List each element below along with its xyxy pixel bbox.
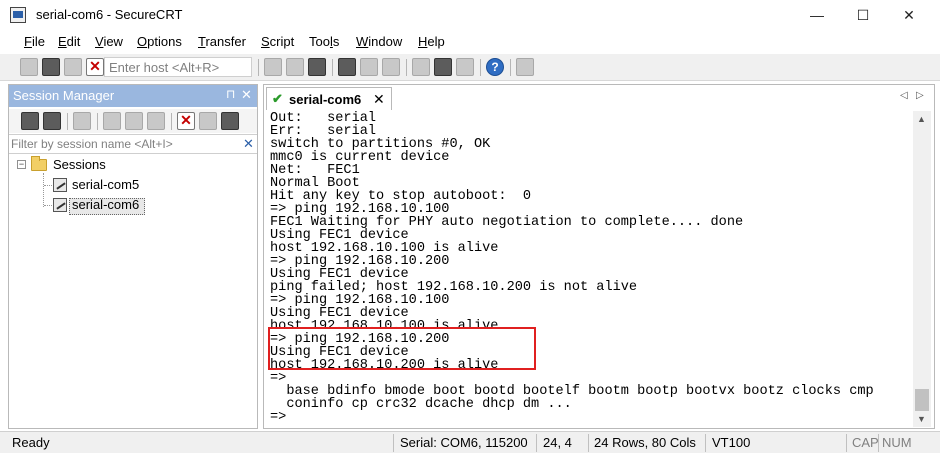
status-separator [846,434,847,452]
disconnect-icon[interactable]: ✕ [86,58,104,76]
printer-icon[interactable] [382,58,400,76]
connect-icon[interactable] [20,58,38,76]
toolbar-separator [510,59,511,76]
red-annotation-box [268,327,536,370]
pin-icon[interactable]: ⊓ [226,87,235,101]
serial-session-icon [53,198,67,212]
session-manager-toolbar: ✕ [9,109,257,133]
session-filter-input[interactable] [9,135,241,153]
close-window-button[interactable]: ✕ [886,0,932,30]
terminal-line: coninfo cp crc32 dcache dhcp dm ... [270,397,572,412]
status-cursor: 24, 4 [543,435,572,450]
cut-icon[interactable] [103,112,121,130]
menu-edit[interactable]: Edit [58,34,80,49]
session-manager-panel: Session Manager ⊓ ✕ ✕ ✕ − Sessions seria… [8,84,258,429]
folder-icon [31,156,47,171]
status-emulation: VT100 [712,435,751,450]
status-serial: Serial: COM6, 115200 [400,435,528,450]
status-separator [705,434,706,452]
status-separator [588,434,589,452]
find-session-icon[interactable] [221,112,239,130]
enter-host-input[interactable] [104,57,252,77]
global-options-icon[interactable] [434,58,452,76]
tree-root-sessions[interactable]: Sessions [53,157,106,172]
maximize-button[interactable]: ☐ [840,0,886,30]
tab-scroll-right-icon[interactable]: ▷ [916,90,924,101]
tab-serial-com6[interactable]: ✔ serial-com6 ✕ [266,87,392,110]
menu-window[interactable]: Window [356,34,402,49]
serial-session-icon [53,178,67,192]
menu-view[interactable]: View [95,34,123,49]
securecrt-app-icon[interactable] [10,7,26,23]
copy-icon[interactable] [264,58,282,76]
quick-connect-icon[interactable] [42,58,60,76]
scrollbar-thumb[interactable] [915,389,929,411]
minimize-button[interactable]: — [794,0,840,30]
print-icon[interactable] [338,58,356,76]
paste-icon[interactable] [286,58,304,76]
new-session-icon[interactable] [73,112,91,130]
help-icon[interactable]: ? [486,58,504,76]
tree-collapse-icon[interactable]: − [17,160,26,169]
tab-close-icon[interactable]: ✕ [373,91,385,108]
toolbar-separator [97,113,98,130]
toolbar-separator [258,59,259,76]
toolbar-separator [67,113,68,130]
reconnect-icon[interactable] [64,58,82,76]
title-bar: serial-com6 - SecureCRT — ☐ ✕ [0,0,940,30]
status-caps: CAP [852,435,879,450]
terminal-prompt-line: => [270,410,287,425]
find-icon[interactable] [308,58,326,76]
session-manager-title: Session Manager [13,88,115,103]
menu-script[interactable]: Script [261,34,294,49]
tree-connector [44,205,52,206]
copy-session-icon[interactable] [125,112,143,130]
tree-item-serial-com5[interactable]: serial-com5 [72,177,139,192]
menu-file[interactable]: File [24,34,45,49]
toolbar-separator [171,113,172,130]
status-separator [878,434,879,452]
toolbar-separator [406,59,407,76]
menu-bar: File Edit View Options Transfer Script T… [0,31,940,53]
tree-item-serial-com6[interactable]: serial-com6 [72,197,139,212]
status-num: NUM [882,435,912,450]
connect-tab-icon[interactable] [43,112,61,130]
sftp-icon[interactable] [516,58,534,76]
delete-session-icon[interactable]: ✕ [177,112,195,130]
session-tree: − Sessions serial-com5 serial-com6 [9,155,257,428]
menu-options[interactable]: Options [137,34,182,49]
tab-scroll-left-icon[interactable]: ◁ [900,90,908,101]
scroll-up-arrow-icon[interactable]: ▲ [917,114,926,124]
status-size: 24 Rows, 80 Cols [594,435,696,450]
tree-connector [44,185,52,186]
session-properties-icon[interactable] [199,112,217,130]
terminal-screen[interactable]: Out: serial Err: serial switch to partit… [267,111,913,427]
keymap-icon[interactable] [456,58,474,76]
paste-session-icon[interactable] [147,112,165,130]
terminal-scrollbar[interactable]: ▲ ▼ [913,111,931,427]
status-separator [393,434,394,452]
menu-help[interactable]: Help [418,34,445,49]
terminal-panel: ✔ serial-com6 ✕ ◁ ▷ Out: serial Err: ser… [263,84,935,429]
close-panel-icon[interactable]: ✕ [241,87,252,103]
connect-session-icon[interactable] [21,112,39,130]
tree-connector [43,173,44,207]
status-separator [536,434,537,452]
menu-transfer[interactable]: Transfer [198,34,246,49]
scroll-down-arrow-icon[interactable]: ▼ [917,414,926,424]
status-bar: Ready Serial: COM6, 115200 24, 4 24 Rows… [0,431,940,453]
tab-label: serial-com6 [289,92,362,107]
print-setup-icon[interactable] [360,58,378,76]
session-manager-header: Session Manager ⊓ ✕ [9,85,257,107]
menu-tools[interactable]: Tools [309,34,339,49]
connected-check-icon: ✔ [272,91,283,106]
toolbar-separator [332,59,333,76]
toolbar-separator [480,59,481,76]
window-title: serial-com6 - SecureCRT [36,7,183,22]
status-ready: Ready [12,435,50,450]
session-options-icon[interactable] [412,58,430,76]
session-filter-box: ✕ [9,134,257,154]
clear-filter-icon[interactable]: ✕ [243,136,254,152]
